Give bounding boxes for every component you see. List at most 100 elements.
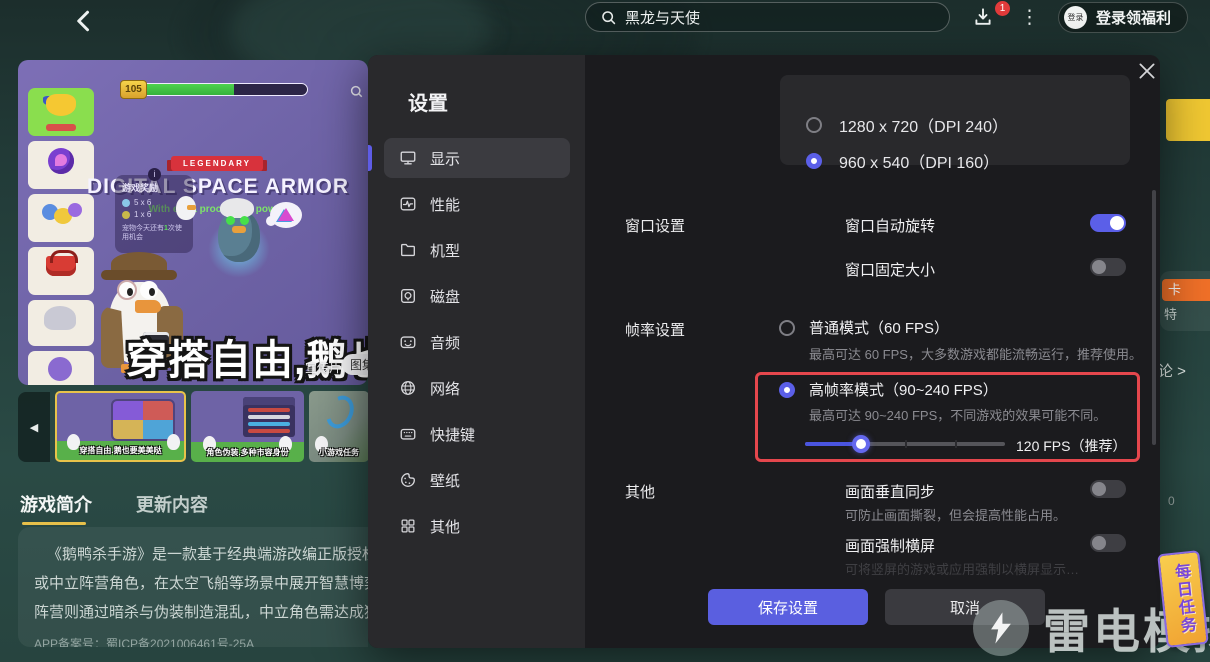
section-label-window: 窗口设置 bbox=[625, 215, 685, 236]
fps-option-normal[interactable]: 普通模式（60 FPS） bbox=[779, 317, 949, 338]
slider-tick bbox=[955, 440, 957, 448]
progress-bar bbox=[140, 83, 308, 96]
resolution-panel: 1280 x 720（DPI 240） 960 x 540（DPI 160） bbox=[780, 75, 1130, 165]
hero-menu-button bbox=[28, 194, 94, 242]
gallery-pill-button[interactable]: 图集 bbox=[342, 354, 368, 375]
download-badge: 1 bbox=[995, 1, 1010, 16]
sidebar-item-performance[interactable]: 性能 bbox=[384, 184, 570, 224]
avatar: 登录 bbox=[1064, 6, 1087, 29]
hero-menu-button bbox=[28, 247, 94, 295]
hero-search-icon bbox=[349, 84, 364, 99]
fps-slider[interactable] bbox=[805, 435, 1005, 453]
network-icon bbox=[399, 379, 417, 397]
login-button[interactable]: 登录 登录领福利 bbox=[1058, 2, 1188, 33]
row-label-vsync: 画面垂直同步 bbox=[845, 481, 935, 502]
sidebar-item-wallpaper[interactable]: 壁纸 bbox=[384, 460, 570, 500]
close-button[interactable] bbox=[1136, 60, 1160, 84]
info-icon: i bbox=[148, 168, 161, 181]
dialog-scrollbar[interactable] bbox=[1152, 190, 1156, 445]
reward-title: 游戏奖励 bbox=[122, 181, 186, 194]
performance-icon bbox=[399, 195, 417, 213]
fps-option-high[interactable]: 高帧率模式（90~240 FPS） bbox=[779, 379, 998, 400]
radio-icon[interactable] bbox=[779, 382, 795, 398]
save-settings-button[interactable]: 保存设置 bbox=[708, 589, 868, 625]
item-title: DIGITAL SPACE ARMOR bbox=[18, 175, 368, 199]
media-thumbnail[interactable]: 小游戏任务 bbox=[309, 391, 369, 462]
fps-normal-desc: 最高可达 60 FPS，大多数游戏都能流畅运行，推荐使用。 bbox=[809, 344, 1142, 363]
close-icon bbox=[1136, 60, 1158, 82]
radio-icon[interactable] bbox=[779, 320, 795, 336]
gift-tag-fragment: 卡 bbox=[1162, 279, 1210, 301]
active-indicator bbox=[368, 145, 372, 171]
toggle-force-landscape[interactable] bbox=[1090, 534, 1126, 552]
trailer-label[interactable]: 宣传片 bbox=[305, 359, 341, 376]
prev-media-button[interactable]: ◀ bbox=[18, 392, 50, 462]
daily-task-badge[interactable]: 每日任务 bbox=[1157, 550, 1209, 648]
sidebar-item-network[interactable]: 网络 bbox=[384, 368, 570, 408]
download-manager-button[interactable]: 1 bbox=[972, 5, 1002, 33]
mini-duck bbox=[176, 196, 196, 220]
toggle-fixed-size[interactable] bbox=[1090, 258, 1126, 276]
sidebar-item-other[interactable]: 其他 bbox=[384, 506, 570, 546]
app-window: 黑龙与天使 1 ⋮ 登录 登录领福利 105 LEGENDARY DIGITAL… bbox=[0, 0, 1210, 662]
device-icon bbox=[399, 241, 417, 259]
disk-icon bbox=[399, 287, 417, 305]
force-landscape-desc: 可将竖屏的游戏或应用强制以横屏显示… bbox=[845, 559, 1079, 578]
back-button[interactable] bbox=[70, 6, 100, 36]
slider-tick bbox=[905, 440, 907, 448]
hotkey-icon bbox=[399, 425, 417, 443]
search-query: 黑龙与天使 bbox=[625, 7, 700, 28]
download-cta-fragment[interactable] bbox=[1166, 99, 1210, 141]
other-grid-icon bbox=[399, 517, 417, 535]
search-input[interactable]: 黑龙与天使 bbox=[585, 2, 950, 32]
speech-bubble bbox=[270, 202, 302, 228]
fps-high-desc: 最高可达 90~240 FPS，不同游戏的效果可能不同。 bbox=[809, 405, 1106, 424]
resolution-option-1280x720[interactable]: 1280 x 720（DPI 240） bbox=[806, 113, 1008, 137]
sidebar-item-display[interactable]: 显示 bbox=[384, 138, 570, 178]
sidebar-item-audio[interactable]: 音频 bbox=[384, 322, 570, 362]
settings-dialog: 设置 显示 性能 机型 磁盘 音频 网络 快捷键 bbox=[368, 55, 1160, 648]
reward-note: 宠物今天还有1次使用机会 bbox=[122, 224, 186, 243]
duck-hair bbox=[220, 198, 254, 218]
duck-goggles bbox=[226, 216, 235, 225]
media-thumbnail[interactable]: 穿搭自由.鹅也要美美哒 bbox=[55, 391, 186, 462]
radio-icon[interactable] bbox=[806, 153, 822, 169]
level-badge: 105 bbox=[120, 80, 147, 99]
hero-menu-button bbox=[28, 300, 94, 346]
search-icon bbox=[600, 9, 617, 26]
row-label-auto-rotate: 窗口自动旋转 bbox=[845, 215, 935, 236]
app-record-number: APP备案号：蜀ICP备2021006461号-25A bbox=[34, 635, 368, 647]
rarity-ribbon: LEGENDARY bbox=[171, 156, 263, 171]
tab-game-intro[interactable]: 游戏简介 bbox=[20, 491, 92, 517]
sidebar-item-disk[interactable]: 磁盘 bbox=[384, 276, 570, 316]
resolution-option-960x540[interactable]: 960 x 540（DPI 160） bbox=[806, 149, 999, 173]
counter-value: 0 bbox=[1168, 494, 1175, 508]
row-label-fixed-size: 窗口固定大小 bbox=[845, 259, 935, 280]
hero-menu-button bbox=[28, 351, 94, 385]
fps-value-label: 120 FPS（推荐） bbox=[1016, 436, 1126, 456]
discussion-link-fragment[interactable]: 论 > bbox=[1158, 360, 1186, 381]
rail-text-fragment: 特 bbox=[1164, 304, 1177, 323]
toggle-auto-rotate[interactable] bbox=[1090, 214, 1126, 232]
download-icon bbox=[972, 5, 994, 29]
toggle-vsync[interactable] bbox=[1090, 480, 1126, 498]
more-menu-button[interactable]: ⋮ bbox=[1020, 4, 1038, 32]
dialog-title: 设置 bbox=[408, 87, 448, 116]
radio-icon[interactable] bbox=[806, 117, 822, 133]
prev-arrow-icon: ◀ bbox=[30, 421, 38, 434]
tab-update-notes[interactable]: 更新内容 bbox=[136, 491, 208, 517]
hero-caption: 穿搭自由,鹅也要 bbox=[126, 326, 368, 385]
section-label-fps: 帧率设置 bbox=[625, 319, 685, 340]
vsync-desc: 可防止画面撕裂，但会提高性能占用。 bbox=[845, 505, 1066, 524]
media-thumbnail[interactable]: 角色伪装.多种市容身份 bbox=[191, 391, 304, 462]
sidebar-item-device[interactable]: 机型 bbox=[384, 230, 570, 270]
hero-menu-button bbox=[28, 88, 94, 136]
display-icon bbox=[399, 149, 417, 167]
game-hero-screenshot[interactable]: 105 LEGENDARY DIGITAL SPACE ARMOR With e… bbox=[18, 60, 368, 385]
sidebar-item-hotkeys[interactable]: 快捷键 bbox=[384, 414, 570, 454]
game-description: 《鹅鸭杀手游》是一款基于经典端游改编正版授权的多人在 或中立阵营角色，在太空飞船… bbox=[18, 527, 368, 647]
duck-beak bbox=[232, 226, 246, 233]
login-label: 登录领福利 bbox=[1096, 7, 1171, 28]
wallpaper-icon bbox=[399, 471, 417, 489]
slider-thumb[interactable] bbox=[852, 435, 870, 453]
